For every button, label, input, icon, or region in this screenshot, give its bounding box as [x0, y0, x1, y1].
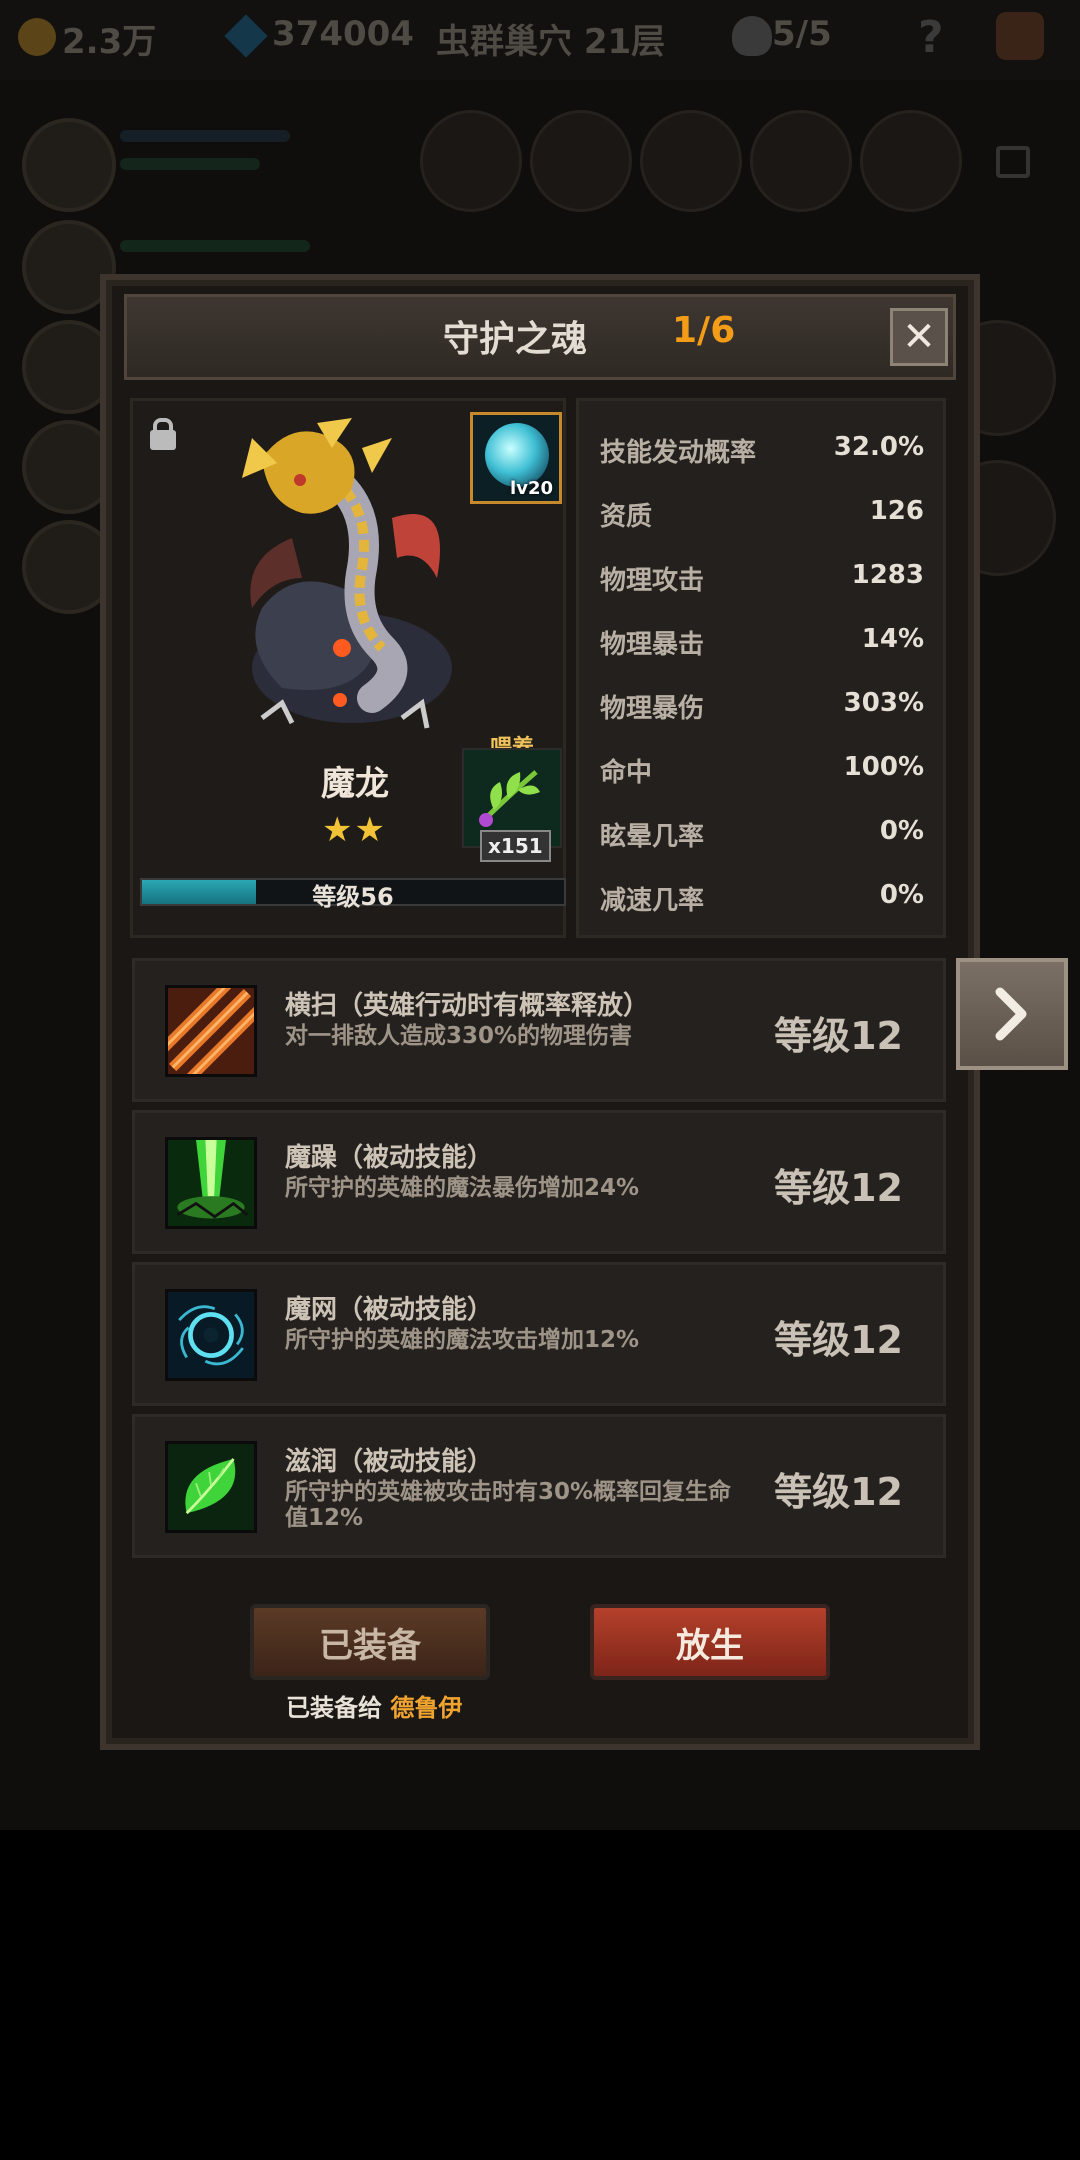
equipped-button[interactable]: 已装备: [250, 1604, 490, 1680]
equipped-to-info: 已装备给 德鲁伊: [286, 1688, 462, 1723]
skill-level: 等级12: [774, 1166, 903, 1210]
green-beam-icon: [165, 1137, 257, 1229]
slash-icon: [165, 985, 257, 1077]
skill-description: 所守护的英雄被攻击时有30%概率回复生命值12%: [285, 1479, 732, 1531]
stat-row: 物理攻击 1283: [600, 560, 924, 600]
stats-panel: [576, 398, 946, 938]
skull-icon: [732, 16, 772, 56]
skill-description: 所守护的英雄的魔法攻击增加12%: [285, 1327, 640, 1353]
bg-equip-slot: [420, 110, 522, 212]
bg-equip-slot: [860, 110, 962, 212]
stat-value: 0%: [879, 880, 924, 910]
release-button[interactable]: 放生: [590, 1604, 830, 1680]
stat-row: 眩晕几率 0%: [600, 816, 924, 856]
stat-label: 眩晕几率: [600, 822, 705, 852]
skill-row[interactable]: 横扫（英雄行动时有概率释放） 对一排敌人造成330%的物理伤害 等级12: [132, 958, 946, 1102]
stat-row: 物理暴伤 303%: [600, 688, 924, 728]
stat-row: 物理暴击 14%: [600, 624, 924, 664]
gold-amount: 2.3万: [62, 22, 157, 62]
gem-level: lv20: [510, 478, 553, 499]
skill-name: 横扫（英雄行动时有概率释放）: [285, 991, 650, 1021]
skill-row[interactable]: 魔网（被动技能） 所守护的英雄的魔法攻击增加12% 等级12: [132, 1262, 946, 1406]
skill-row[interactable]: 滋润（被动技能） 所守护的英雄被攻击时有30%概率回复生命值12% 等级12: [132, 1414, 946, 1558]
equipped-to-prefix: 已装备给: [286, 1694, 382, 1722]
hero-level: 等级56: [312, 883, 394, 911]
stat-value: 303%: [843, 688, 924, 718]
settings-gear-icon[interactable]: [996, 12, 1044, 60]
dragon-portrait: [242, 418, 452, 729]
stat-label: 技能发动概率: [600, 438, 757, 468]
stat-value: 126: [869, 496, 924, 526]
leaf-icon: [165, 1441, 257, 1533]
lock-icon[interactable]: [150, 418, 176, 450]
stat-row: 技能发动概率 32.0%: [600, 432, 924, 472]
diamond-icon: [224, 14, 268, 58]
help-icon[interactable]: ?: [918, 12, 944, 63]
bg-hero-avatar: [22, 118, 116, 212]
bg-equip-slot: [640, 110, 742, 212]
gem-amount: 374004: [272, 14, 414, 54]
equipped-hero-name: 德鲁伊: [390, 1694, 463, 1722]
skill-level: 等级12: [774, 1318, 903, 1362]
vortex-icon: [165, 1289, 257, 1381]
bg-equip-slot: [530, 110, 632, 212]
star-rating: ★★: [322, 810, 387, 850]
dialog-title: 守护之魂: [442, 319, 587, 360]
bg-hero-bar: [120, 130, 290, 142]
hero-name: 魔龙: [321, 764, 389, 804]
stat-value: 100%: [843, 752, 924, 782]
feed-item-count: x151: [480, 830, 551, 862]
skill-name: 魔网（被动技能）: [285, 1295, 494, 1325]
skill-description: 所守护的英雄的魔法暴伤增加24%: [285, 1175, 640, 1201]
gold-coin-icon: [18, 18, 56, 56]
stat-row: 资质 126: [600, 496, 924, 536]
page-counter: 1/6: [672, 310, 736, 351]
stat-row: 命中 100%: [600, 752, 924, 792]
skill-name: 滋润（被动技能）: [285, 1447, 494, 1477]
stat-label: 命中: [600, 758, 653, 788]
skill-level: 等级12: [774, 1014, 903, 1058]
skill-name: 魔躁（被动技能）: [285, 1143, 494, 1173]
next-page-button[interactable]: [956, 958, 1068, 1070]
top-resource-bar: 2.3万 374004 虫群巢穴 21层 5/5 ?: [0, 0, 1080, 80]
soul-skill-gem[interactable]: lv20: [470, 412, 562, 504]
stat-label: 物理暴伤: [600, 694, 705, 724]
bg-hero-bar: [120, 158, 260, 170]
skill-level: 等级12: [774, 1470, 903, 1514]
skill-row[interactable]: 魔躁（被动技能） 所守护的英雄的魔法暴伤增加24% 等级12: [132, 1110, 946, 1254]
chevron-right-icon: [995, 987, 1027, 1041]
stat-value: 32.0%: [833, 432, 924, 462]
stat-value: 1283: [851, 560, 924, 590]
stat-label: 减速几率: [600, 886, 705, 916]
stat-label: 物理暴击: [600, 630, 705, 660]
skull-count: 5/5: [772, 14, 832, 54]
bg-lock-icon: [996, 146, 1030, 178]
stat-value: 0%: [879, 816, 924, 846]
stat-row: 减速几率 0%: [600, 880, 924, 920]
stage-name: 虫群巢穴 21层: [436, 22, 666, 62]
bg-hero-bar: [120, 240, 310, 252]
stat-label: 资质: [600, 502, 653, 532]
stat-label: 物理攻击: [600, 566, 705, 596]
close-button[interactable]: ✕: [890, 308, 948, 366]
herb-leaf-icon: [479, 770, 540, 827]
stat-value: 14%: [861, 624, 924, 654]
bg-equip-slot: [750, 110, 852, 212]
skill-description: 对一排敌人造成330%的物理伤害: [285, 1023, 633, 1049]
